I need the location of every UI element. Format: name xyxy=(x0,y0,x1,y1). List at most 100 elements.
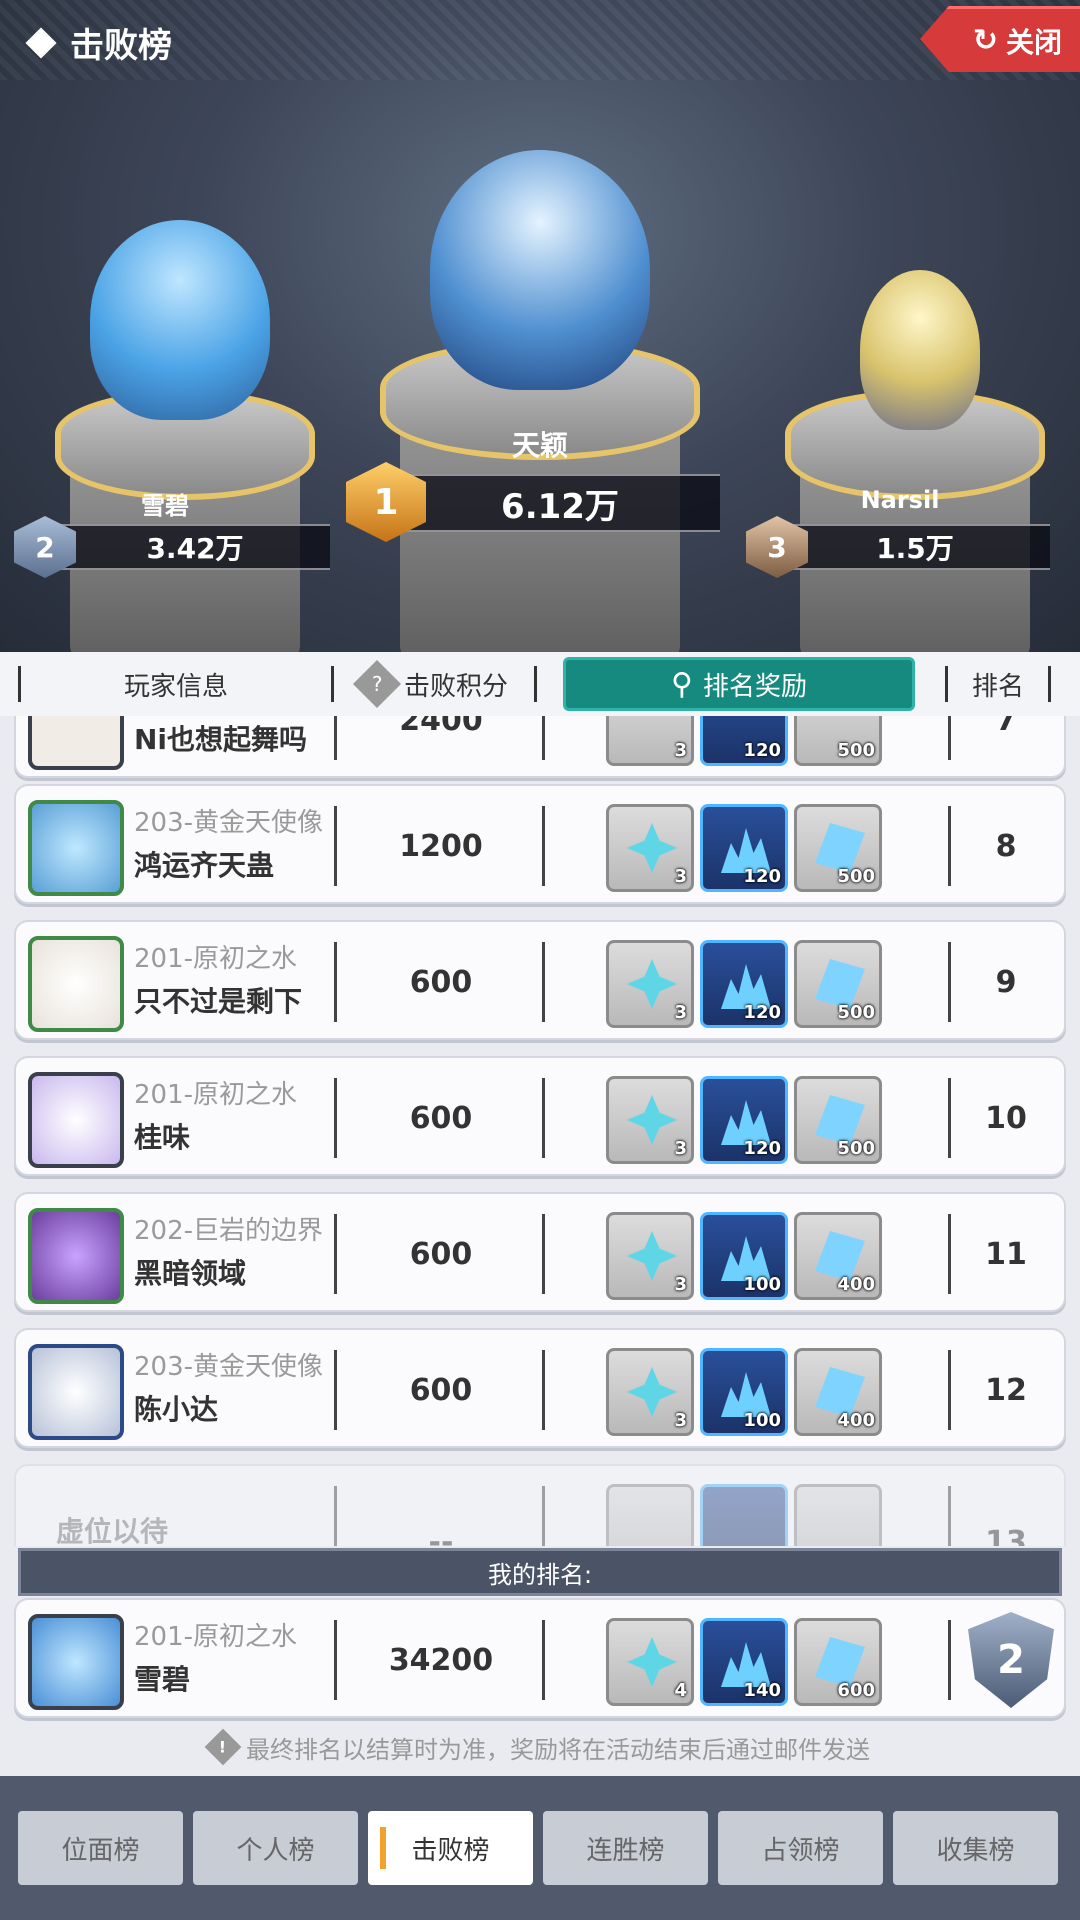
player-rank: 12 xyxy=(985,1372,1027,1408)
my-rank-row[interactable]: 201-原初之水 雪碧 34200 4 140 600 2 xyxy=(14,1598,1066,1718)
ranking-list[interactable]: Ni也想起舞吗 2400 3 120 500 7 203-黄金天使像 鸿运齐天蛊… xyxy=(0,716,1080,1546)
player-server: 201-原初之水 xyxy=(134,944,298,974)
page-title: 击败榜 xyxy=(70,26,172,66)
player-server: 202-巨岩的边界 xyxy=(134,1216,324,1246)
player-name: 虚位以待 xyxy=(56,1515,169,1546)
player-rank: 13 xyxy=(985,1524,1027,1547)
player-score: 600 xyxy=(409,1236,473,1272)
table-row[interactable]: 202-巨岩的边界 黑暗领域 600 3 100 400 11 xyxy=(14,1192,1066,1312)
table-row[interactable]: 201-原初之水 桂味 600 3 120 500 10 xyxy=(14,1056,1066,1176)
podium-score-2: 3.42万 xyxy=(60,524,330,570)
table-row[interactable]: Ni也想起舞吗 2400 3 120 500 7 xyxy=(14,716,1066,778)
reward-count: 500 xyxy=(837,1002,875,1023)
reward-item-ice xyxy=(700,1484,788,1546)
reward-count: 500 xyxy=(837,866,875,887)
player-rank: 9 xyxy=(995,964,1017,1000)
divider xyxy=(948,1350,951,1430)
hero-character-1[interactable] xyxy=(430,150,650,390)
avatar[interactable] xyxy=(28,936,124,1032)
crystal-icon xyxy=(627,959,677,1009)
divider xyxy=(542,1486,545,1546)
divider xyxy=(334,1350,337,1430)
reward-count: 600 xyxy=(837,1680,875,1701)
reward-item-crystal[interactable]: 3 xyxy=(606,804,694,892)
divider xyxy=(334,806,337,886)
crystal-icon xyxy=(627,1095,677,1145)
table-row[interactable]: 201-原初之水 只不过是剩下 600 3 120 500 9 xyxy=(14,920,1066,1040)
reward-count: 120 xyxy=(743,1002,781,1023)
reward-item-gem[interactable]: 500 xyxy=(794,804,882,892)
player-rank: 11 xyxy=(985,1236,1027,1272)
avatar[interactable] xyxy=(28,716,124,770)
crystal-icon xyxy=(627,1637,677,1687)
reward-item-gem[interactable]: 600 xyxy=(794,1618,882,1706)
reward-item-ice[interactable]: 120 xyxy=(700,1076,788,1164)
player-score: 600 xyxy=(409,1100,473,1136)
avatar[interactable] xyxy=(28,1072,124,1168)
reward-item-crystal xyxy=(606,1484,694,1546)
reward-item-gem[interactable]: 500 xyxy=(794,1076,882,1164)
hero-character-2[interactable] xyxy=(90,220,270,420)
reward-item-crystal[interactable]: 3 xyxy=(606,716,694,766)
title-bar: 击败榜 xyxy=(25,18,172,67)
tab-personal-ranking[interactable]: 个人榜 xyxy=(193,1811,358,1885)
warning-icon: ! xyxy=(204,1728,242,1766)
tab-collection-ranking[interactable]: 收集榜 xyxy=(893,1811,1058,1885)
table-row[interactable]: 203-黄金天使像 陈小达 600 3 100 400 12 xyxy=(14,1328,1066,1448)
tab-defeat-ranking[interactable]: 击败榜 xyxy=(368,1811,533,1885)
player-name: Ni也想起舞吗 xyxy=(134,723,308,756)
reward-item-ice[interactable]: 120 xyxy=(700,804,788,892)
my-rank-label: 我的排名: xyxy=(18,1548,1062,1596)
podium-name-3: Narsil xyxy=(860,486,940,514)
reward-item-ice[interactable]: 140 xyxy=(700,1618,788,1706)
reward-item-ice[interactable]: 120 xyxy=(700,716,788,766)
reward-item-crystal[interactable]: 3 xyxy=(606,1348,694,1436)
close-button[interactable]: ↻ 关闭 xyxy=(920,6,1080,72)
divider xyxy=(948,1620,951,1700)
divider xyxy=(542,942,545,1022)
player-name: 雪碧 xyxy=(134,1663,191,1696)
tab-streak-ranking[interactable]: 连胜榜 xyxy=(543,1811,708,1885)
avatar[interactable] xyxy=(28,1208,124,1304)
podium-score-1: 6.12万 xyxy=(400,474,720,532)
podium-name-2: 雪碧 xyxy=(141,492,189,520)
help-icon[interactable]: ? xyxy=(352,659,402,709)
divider xyxy=(948,716,951,760)
rank-2-medal-icon: 2 xyxy=(968,1612,1054,1708)
reward-count: 120 xyxy=(743,866,781,887)
player-score: 34200 xyxy=(388,1642,494,1678)
player-name: 桂味 xyxy=(134,1121,191,1154)
crystal-icon xyxy=(627,1231,677,1281)
player-rank: 10 xyxy=(985,1100,1027,1136)
avatar[interactable] xyxy=(28,1344,124,1440)
divider xyxy=(542,806,545,886)
divider xyxy=(542,1078,545,1158)
reward-item-gem[interactable]: 400 xyxy=(794,1348,882,1436)
tab-occupation-ranking[interactable]: 占领榜 xyxy=(718,1811,883,1885)
reward-count: 140 xyxy=(743,1680,781,1701)
divider xyxy=(1048,666,1051,702)
reward-item-ice[interactable]: 100 xyxy=(700,1212,788,1300)
reward-item-crystal[interactable]: 3 xyxy=(606,1212,694,1300)
reward-item-crystal[interactable]: 3 xyxy=(606,940,694,1028)
avatar[interactable] xyxy=(28,1614,124,1710)
player-server: 201-原初之水 xyxy=(134,1622,298,1652)
hero-character-3[interactable] xyxy=(860,270,980,430)
divider xyxy=(534,666,537,702)
ranking-reward-button[interactable]: ⚲ 排名奖励 xyxy=(563,657,915,711)
reward-item-gem[interactable]: 500 xyxy=(794,716,882,766)
divider xyxy=(948,1078,951,1158)
reward-count: 120 xyxy=(743,740,781,761)
crystal-icon xyxy=(627,1367,677,1417)
reward-item-crystal[interactable]: 4 xyxy=(606,1618,694,1706)
tab-plane-ranking[interactable]: 位面榜 xyxy=(18,1811,183,1885)
reward-item-gem[interactable]: 400 xyxy=(794,1212,882,1300)
reward-item-ice[interactable]: 100 xyxy=(700,1348,788,1436)
reward-item-ice[interactable]: 120 xyxy=(700,940,788,1028)
reward-count: 4 xyxy=(674,1680,687,1701)
reward-item-gem xyxy=(794,1484,882,1546)
avatar[interactable] xyxy=(28,800,124,896)
reward-item-crystal[interactable]: 3 xyxy=(606,1076,694,1164)
table-row[interactable]: 203-黄金天使像 鸿运齐天蛊 1200 3 120 500 8 xyxy=(14,784,1066,904)
reward-item-gem[interactable]: 500 xyxy=(794,940,882,1028)
